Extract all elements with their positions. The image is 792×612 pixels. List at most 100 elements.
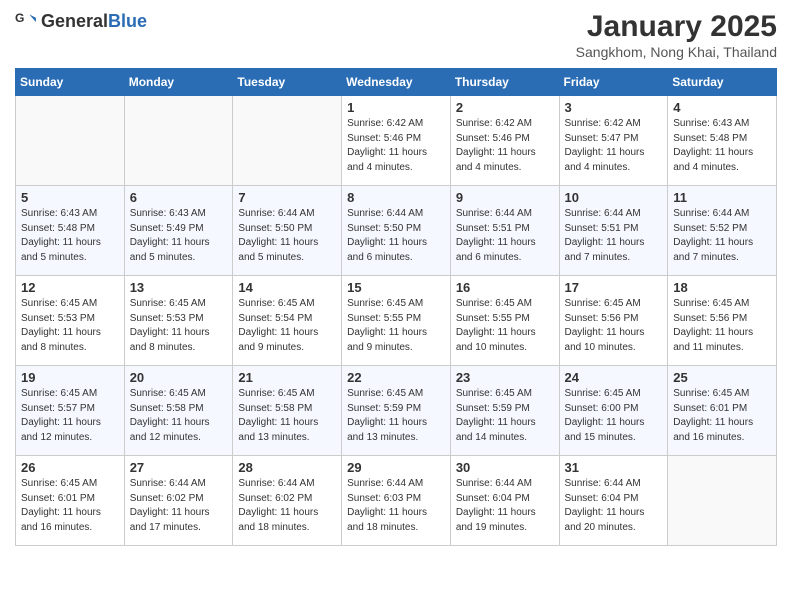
calendar-cell: 29 Sunrise: 6:44 AMSunset: 6:03 PMDayligh… bbox=[342, 456, 451, 546]
logo-blue: Blue bbox=[108, 12, 147, 30]
day-number: 13 bbox=[130, 280, 228, 295]
calendar-cell: 19 Sunrise: 6:45 AMSunset: 5:57 PMDayligh… bbox=[16, 366, 125, 456]
calendar-cell: 6 Sunrise: 6:43 AMSunset: 5:49 PMDaylight… bbox=[124, 186, 233, 276]
day-number: 15 bbox=[347, 280, 445, 295]
cell-info: Sunrise: 6:44 AMSunset: 5:51 PMDaylight:… bbox=[565, 207, 663, 265]
cell-info: Sunrise: 6:44 AMSunset: 6:02 PMDaylight:… bbox=[130, 477, 228, 535]
calendar-cell: 10 Sunrise: 6:44 AMSunset: 5:51 PMDayligh… bbox=[559, 186, 668, 276]
day-number: 23 bbox=[456, 370, 554, 385]
day-number: 17 bbox=[565, 280, 663, 295]
cell-info: Sunrise: 6:45 AMSunset: 5:57 PMDaylight:… bbox=[21, 387, 119, 445]
cell-info: Sunrise: 6:45 AMSunset: 5:53 PMDaylight:… bbox=[130, 297, 228, 355]
cell-info: Sunrise: 6:42 AMSunset: 5:46 PMDaylight:… bbox=[456, 117, 554, 175]
cell-info: Sunrise: 6:45 AMSunset: 6:00 PMDaylight:… bbox=[565, 387, 663, 445]
day-number: 10 bbox=[565, 190, 663, 205]
calendar-cell bbox=[233, 96, 342, 186]
day-number: 6 bbox=[130, 190, 228, 205]
weekday-header-monday: Monday bbox=[124, 69, 233, 96]
day-number: 26 bbox=[21, 460, 119, 475]
calendar-cell: 31 Sunrise: 6:44 AMSunset: 6:04 PMDayligh… bbox=[559, 456, 668, 546]
day-number: 29 bbox=[347, 460, 445, 475]
day-number: 30 bbox=[456, 460, 554, 475]
calendar-cell: 25Sunrise: 6:45 AMSunset: 6:01 PMDayligh… bbox=[668, 366, 777, 456]
cell-info: Sunrise: 6:44 AMSunset: 5:50 PMDaylight:… bbox=[347, 207, 445, 265]
cell-info: Sunrise: 6:45 AMSunset: 5:55 PMDaylight:… bbox=[347, 297, 445, 355]
calendar-cell: 16 Sunrise: 6:45 AMSunset: 5:55 PMDayligh… bbox=[450, 276, 559, 366]
page-header: G General Blue January 2025 Sangkhom, No… bbox=[15, 10, 777, 60]
weekday-header-saturday: Saturday bbox=[668, 69, 777, 96]
weekday-header-row: SundayMondayTuesdayWednesdayThursdayFrid… bbox=[16, 69, 777, 96]
calendar-week-row: 1 Sunrise: 6:42 AMSunset: 5:46 PMDaylight… bbox=[16, 96, 777, 186]
calendar-week-row: 12 Sunrise: 6:45 AMSunset: 5:53 PMDayligh… bbox=[16, 276, 777, 366]
calendar-cell: 20 Sunrise: 6:45 AMSunset: 5:58 PMDayligh… bbox=[124, 366, 233, 456]
cell-info: Sunrise: 6:44 AMSunset: 6:04 PMDaylight:… bbox=[565, 477, 663, 535]
cell-info: Sunrise: 6:45 AMSunset: 5:59 PMDaylight:… bbox=[456, 387, 554, 445]
calendar-cell: 26Sunrise: 6:45 AMSunset: 6:01 PMDayligh… bbox=[16, 456, 125, 546]
calendar-cell: 1 Sunrise: 6:42 AMSunset: 5:46 PMDaylight… bbox=[342, 96, 451, 186]
cell-info: Sunrise: 6:44 AMSunset: 6:03 PMDaylight:… bbox=[347, 477, 445, 535]
cell-info: Sunrise: 6:45 AMSunset: 5:55 PMDaylight:… bbox=[456, 297, 554, 355]
weekday-header-thursday: Thursday bbox=[450, 69, 559, 96]
calendar-cell: 28 Sunrise: 6:44 AMSunset: 6:02 PMDayligh… bbox=[233, 456, 342, 546]
weekday-header-friday: Friday bbox=[559, 69, 668, 96]
calendar-cell: 14 Sunrise: 6:45 AMSunset: 5:54 PMDayligh… bbox=[233, 276, 342, 366]
day-number: 16 bbox=[456, 280, 554, 295]
day-number: 1 bbox=[347, 100, 445, 115]
cell-info: Sunrise: 6:45 AMSunset: 5:56 PMDaylight:… bbox=[673, 297, 771, 355]
calendar-cell: 7Sunrise: 6:44 AMSunset: 5:50 PMDaylight… bbox=[233, 186, 342, 276]
cell-info: Sunrise: 6:44 AMSunset: 6:04 PMDaylight:… bbox=[456, 477, 554, 535]
calendar-cell bbox=[16, 96, 125, 186]
calendar-cell: 5 Sunrise: 6:43 AMSunset: 5:48 PMDaylight… bbox=[16, 186, 125, 276]
cell-info: Sunrise: 6:45 AMSunset: 5:56 PMDaylight:… bbox=[565, 297, 663, 355]
weekday-header-tuesday: Tuesday bbox=[233, 69, 342, 96]
cell-info: Sunrise: 6:44 AMSunset: 5:52 PMDaylight:… bbox=[673, 207, 771, 265]
day-number: 24 bbox=[565, 370, 663, 385]
cell-info: Sunrise: 6:42 AMSunset: 5:47 PMDaylight:… bbox=[565, 117, 663, 175]
calendar-cell: 4Sunrise: 6:43 AMSunset: 5:48 PMDaylight… bbox=[668, 96, 777, 186]
day-number: 3 bbox=[565, 100, 663, 115]
day-number: 9 bbox=[456, 190, 554, 205]
calendar-cell: 22Sunrise: 6:45 AMSunset: 5:59 PMDayligh… bbox=[342, 366, 451, 456]
day-number: 20 bbox=[130, 370, 228, 385]
calendar-cell: 9 Sunrise: 6:44 AMSunset: 5:51 PMDaylight… bbox=[450, 186, 559, 276]
cell-info: Sunrise: 6:44 AMSunset: 5:51 PMDaylight:… bbox=[456, 207, 554, 265]
day-number: 27 bbox=[130, 460, 228, 475]
day-number: 14 bbox=[238, 280, 336, 295]
cell-info: Sunrise: 6:45 AMSunset: 6:01 PMDaylight:… bbox=[673, 387, 771, 445]
cell-info: Sunrise: 6:43 AMSunset: 5:49 PMDaylight:… bbox=[130, 207, 228, 265]
calendar-cell: 30 Sunrise: 6:44 AMSunset: 6:04 PMDayligh… bbox=[450, 456, 559, 546]
calendar-cell: 2 Sunrise: 6:42 AMSunset: 5:46 PMDaylight… bbox=[450, 96, 559, 186]
logo: G General Blue bbox=[15, 10, 147, 32]
cell-info: Sunrise: 6:44 AMSunset: 5:50 PMDaylight:… bbox=[238, 207, 336, 265]
day-number: 2 bbox=[456, 100, 554, 115]
day-number: 28 bbox=[238, 460, 336, 475]
calendar-cell: 8Sunrise: 6:44 AMSunset: 5:50 PMDaylight… bbox=[342, 186, 451, 276]
day-number: 31 bbox=[565, 460, 663, 475]
calendar-week-row: 19 Sunrise: 6:45 AMSunset: 5:57 PMDayligh… bbox=[16, 366, 777, 456]
calendar-cell: 11 Sunrise: 6:44 AMSunset: 5:52 PMDayligh… bbox=[668, 186, 777, 276]
calendar-cell: 15 Sunrise: 6:45 AMSunset: 5:55 PMDayligh… bbox=[342, 276, 451, 366]
day-number: 4 bbox=[673, 100, 771, 115]
day-number: 18 bbox=[673, 280, 771, 295]
calendar-cell: 21Sunrise: 6:45 AMSunset: 5:58 PMDayligh… bbox=[233, 366, 342, 456]
day-number: 12 bbox=[21, 280, 119, 295]
calendar-table: SundayMondayTuesdayWednesdayThursdayFrid… bbox=[15, 68, 777, 546]
calendar-cell: 12 Sunrise: 6:45 AMSunset: 5:53 PMDayligh… bbox=[16, 276, 125, 366]
day-number: 11 bbox=[673, 190, 771, 205]
month-year: January 2025 bbox=[576, 10, 777, 44]
day-number: 5 bbox=[21, 190, 119, 205]
calendar-cell: 3 Sunrise: 6:42 AMSunset: 5:47 PMDaylight… bbox=[559, 96, 668, 186]
location: Sangkhom, Nong Khai, Thailand bbox=[576, 44, 777, 60]
cell-info: Sunrise: 6:42 AMSunset: 5:46 PMDaylight:… bbox=[347, 117, 445, 175]
calendar-cell: 17 Sunrise: 6:45 AMSunset: 5:56 PMDayligh… bbox=[559, 276, 668, 366]
cell-info: Sunrise: 6:45 AMSunset: 5:53 PMDaylight:… bbox=[21, 297, 119, 355]
calendar-cell bbox=[124, 96, 233, 186]
logo-icon: G bbox=[15, 10, 37, 32]
cell-info: Sunrise: 6:45 AMSunset: 5:58 PMDaylight:… bbox=[130, 387, 228, 445]
calendar-week-row: 5 Sunrise: 6:43 AMSunset: 5:48 PMDaylight… bbox=[16, 186, 777, 276]
day-number: 19 bbox=[21, 370, 119, 385]
cell-info: Sunrise: 6:44 AMSunset: 6:02 PMDaylight:… bbox=[238, 477, 336, 535]
svg-text:G: G bbox=[15, 11, 24, 25]
cell-info: Sunrise: 6:43 AMSunset: 5:48 PMDaylight:… bbox=[21, 207, 119, 265]
cell-info: Sunrise: 6:45 AMSunset: 5:54 PMDaylight:… bbox=[238, 297, 336, 355]
